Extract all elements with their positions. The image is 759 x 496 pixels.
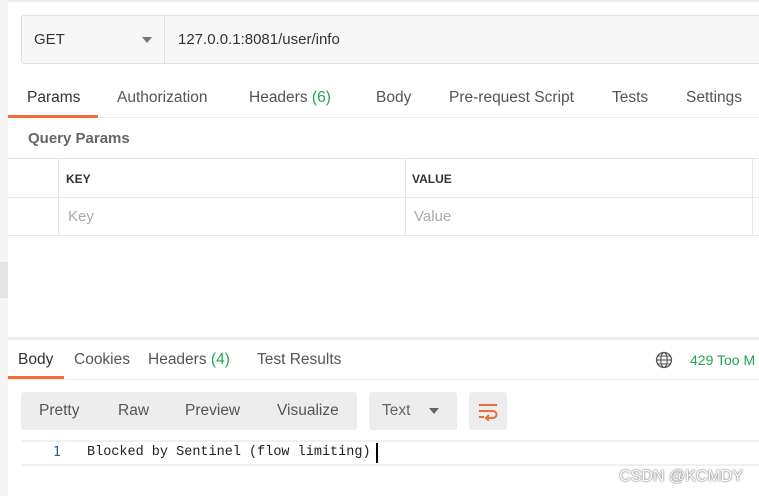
table-column-divider [752, 159, 753, 236]
method-select[interactable]: GET [22, 16, 165, 63]
watermark: CSDN @KCMDY [619, 468, 743, 485]
tab-params-label: Params [27, 89, 81, 106]
view-mode-visualize[interactable]: Visualize [277, 402, 339, 420]
globe-icon[interactable] [655, 351, 673, 369]
line-number: 1 [53, 445, 61, 460]
response-tab-cookies[interactable]: Cookies [74, 351, 130, 369]
response-tab-body[interactable]: Body [18, 351, 53, 369]
method-label: GET [34, 31, 65, 48]
key-input[interactable]: Key [68, 208, 94, 225]
response-tab-headers-label: Headers [148, 351, 207, 368]
response-tab-headers[interactable]: Headers (4) [148, 351, 230, 369]
tab-settings-label: Settings [686, 89, 743, 106]
url-input[interactable]: 127.0.0.1:8081/user/info [165, 16, 759, 63]
tab-authorization-label: Authorization [117, 89, 208, 106]
request-tabs: Params Authorization Headers (6) Body Pr… [8, 80, 759, 118]
top-border [8, 0, 759, 2]
tab-headers-label: Headers [249, 89, 308, 106]
tab-headers-count: (6) [311, 89, 331, 106]
view-mode-pretty[interactable]: Pretty [39, 402, 79, 420]
view-mode-selector: Pretty Raw Preview Visualize [21, 392, 357, 430]
view-mode-raw[interactable]: Raw [118, 402, 149, 420]
query-params-table: KEY VALUE Key Value [8, 158, 759, 236]
format-label: Text [382, 402, 411, 419]
table-row-separator [8, 197, 759, 198]
tab-authorization[interactable]: Authorization [117, 89, 207, 107]
table-column-divider [58, 159, 59, 236]
format-select[interactable]: Text [369, 392, 457, 430]
column-header-value: VALUE [412, 172, 452, 186]
url-text: 127.0.0.1:8081/user/info [178, 31, 340, 48]
table-column-divider [405, 159, 406, 236]
view-mode-preview[interactable]: Preview [185, 402, 240, 420]
sidebar-edge-mark [0, 262, 8, 298]
response-pane-divider[interactable] [8, 337, 759, 340]
tab-params[interactable]: Params [27, 89, 80, 107]
tab-pre-request-script[interactable]: Pre-request Script [449, 89, 574, 107]
tab-tests[interactable]: Tests [612, 89, 648, 107]
value-input[interactable]: Value [414, 208, 451, 225]
chevron-down-icon [142, 36, 152, 43]
left-sidebar-edge [0, 0, 8, 496]
wrap-lines-icon [479, 404, 498, 421]
response-tab-headers-count: (4) [210, 351, 230, 368]
tab-body[interactable]: Body [376, 89, 411, 107]
query-params-title: Query Params [28, 130, 130, 147]
tab-body-label: Body [376, 89, 412, 106]
active-tab-indicator [8, 115, 98, 118]
tab-headers[interactable]: Headers (6) [249, 89, 331, 107]
response-tab-body-label: Body [18, 351, 54, 368]
response-tab-test-results-label: Test Results [257, 351, 342, 368]
chevron-down-icon [429, 408, 439, 414]
column-header-key: KEY [66, 172, 91, 186]
response-tabs-border [8, 379, 759, 380]
status-code[interactable]: 429 Too M [690, 352, 755, 368]
tab-settings[interactable]: Settings [686, 89, 742, 107]
tab-tests-label: Tests [612, 89, 649, 106]
wrap-lines-button[interactable] [469, 392, 507, 430]
text-cursor [376, 443, 378, 463]
response-tab-test-results[interactable]: Test Results [257, 351, 341, 369]
response-tab-cookies-label: Cookies [74, 351, 130, 368]
request-bar: GET 127.0.0.1:8081/user/info [21, 15, 759, 64]
tab-pre-request-script-label: Pre-request Script [449, 89, 574, 106]
response-body-text[interactable]: Blocked by Sentinel (flow limiting) [87, 445, 371, 460]
